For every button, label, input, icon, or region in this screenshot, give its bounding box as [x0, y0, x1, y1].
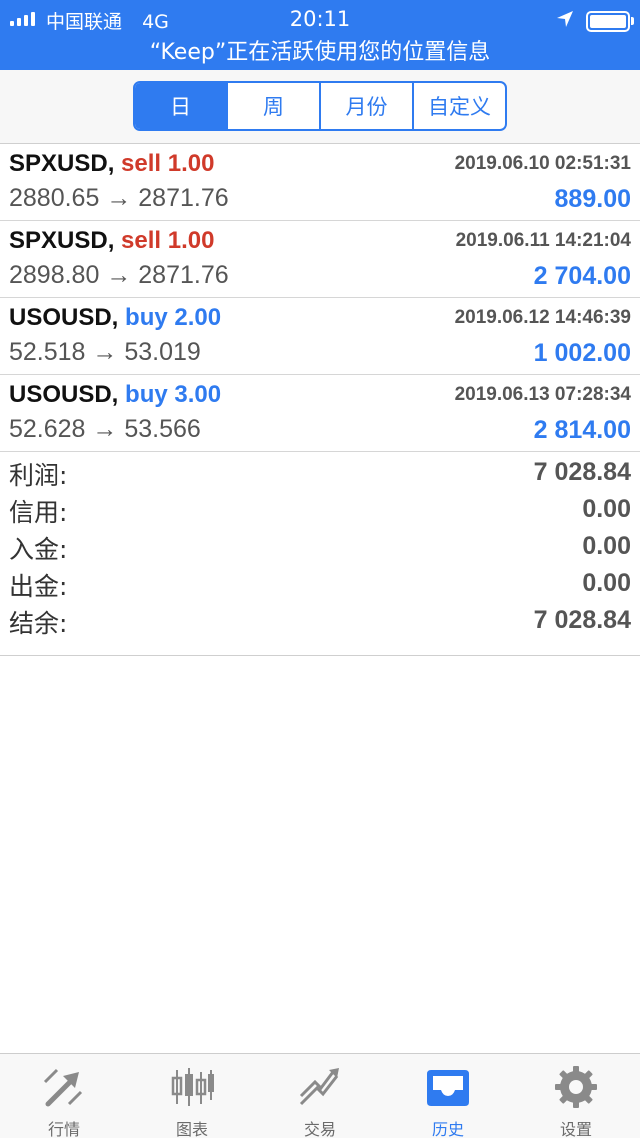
deal-prices: 2898.80 → 2871.76	[9, 261, 229, 289]
deal-prices: 2880.65 → 2871.76	[9, 184, 229, 212]
deal-action: buy 3.00	[125, 381, 222, 408]
status-time: 20:11	[289, 7, 351, 31]
tab-trade[interactable]: 交易	[256, 1054, 384, 1138]
bottom-tab-bar: 行情 图表 交易 历史 设置	[0, 1053, 640, 1138]
deal-symbol: SPXUSD,	[9, 150, 115, 177]
battery-icon	[586, 11, 630, 32]
trade-icon	[299, 1068, 339, 1106]
summary-balance-row: 结余: 7 028.84	[0, 600, 640, 638]
chart-icon	[171, 1068, 214, 1106]
battery-tip	[631, 17, 634, 25]
deal-row[interactable]: SPXUSD, sell 1.00 2019.06.10 02:51:31 28…	[0, 144, 640, 221]
period-tab-day[interactable]: 日	[135, 83, 226, 129]
deal-row[interactable]: SPXUSD, sell 1.00 2019.06.11 14:21:04 28…	[0, 221, 640, 298]
tab-label: 设置	[559, 1120, 592, 1138]
deal-action: sell 1.00	[121, 150, 215, 177]
summary-label: 入金:	[9, 535, 68, 564]
deal-profit: 889.00	[554, 185, 631, 213]
deal-action: buy 2.00	[125, 304, 222, 331]
tab-label: 交易	[303, 1120, 336, 1138]
tab-settings[interactable]: 设置	[512, 1054, 640, 1138]
summary-withdrawal-row: 出金: 0.00	[0, 563, 640, 601]
summary-value: 0.00	[582, 569, 631, 597]
deals-list: SPXUSD, sell 1.00 2019.06.10 02:51:31 28…	[0, 144, 640, 452]
quotes-icon	[43, 1068, 83, 1107]
account-summary: 利润: 7 028.84 信用: 0.00 入金: 0.00 出金: 0.00 …	[0, 452, 640, 656]
tab-charts[interactable]: 图表	[128, 1054, 256, 1138]
deal-action: sell 1.00	[121, 227, 215, 254]
deal-profit: 1 002.00	[533, 339, 631, 367]
deal-symbol-line: SPXUSD, sell 1.00	[9, 150, 214, 178]
settings-icon	[555, 1066, 597, 1108]
tab-quotes[interactable]: 行情	[0, 1054, 128, 1138]
location-banner[interactable]: “Keep”正在活跃使用您的位置信息	[0, 34, 640, 66]
status-bar: 中国联通 4G 20:11 “Keep”正在活跃使用您的位置信息	[0, 0, 640, 70]
status-bar-row: 中国联通 4G 20:11	[0, 4, 640, 33]
tab-label: 图表	[175, 1120, 208, 1138]
period-segmented-control: 日 周 月份 自定义	[133, 81, 507, 131]
deal-symbol-line: USOUSD, buy 3.00	[9, 381, 221, 409]
deal-symbol: USOUSD,	[9, 304, 119, 331]
deal-profit: 2 704.00	[533, 262, 631, 290]
summary-label: 利润:	[9, 461, 68, 490]
deal-profit: 2 814.00	[533, 416, 631, 444]
summary-label: 信用:	[9, 498, 68, 527]
summary-value: 0.00	[582, 495, 631, 523]
period-tab-custom[interactable]: 自定义	[412, 83, 505, 129]
summary-label: 结余:	[9, 609, 68, 638]
deal-time: 2019.06.10 02:51:31	[454, 153, 631, 174]
summary-credit-row: 信用: 0.00	[0, 489, 640, 527]
summary-value: 7 028.84	[533, 458, 631, 486]
location-arrow-icon	[557, 11, 573, 27]
period-tab-week[interactable]: 周	[226, 83, 319, 129]
tab-label: 历史	[431, 1120, 464, 1138]
summary-value: 7 028.84	[533, 606, 631, 634]
tab-history[interactable]: 历史	[384, 1054, 512, 1138]
summary-deposit-row: 入金: 0.00	[0, 526, 640, 564]
deal-row[interactable]: USOUSD, buy 3.00 2019.06.13 07:28:34 52.…	[0, 375, 640, 452]
deal-symbol-line: SPXUSD, sell 1.00	[9, 227, 214, 255]
deal-prices: 52.518 → 53.019	[9, 338, 201, 366]
deal-time: 2019.06.12 14:46:39	[454, 307, 631, 328]
deal-row[interactable]: USOUSD, buy 2.00 2019.06.12 14:46:39 52.…	[0, 298, 640, 375]
deal-prices: 52.628 → 53.566	[9, 415, 201, 443]
period-filter-bar: 日 周 月份 自定义	[0, 70, 640, 144]
deal-symbol: USOUSD,	[9, 381, 119, 408]
summary-value: 0.00	[582, 532, 631, 560]
tab-label: 行情	[47, 1120, 80, 1138]
deal-time: 2019.06.11 14:21:04	[455, 230, 631, 251]
history-icon	[427, 1070, 469, 1106]
period-tab-month[interactable]: 月份	[319, 83, 412, 129]
deal-symbol: SPXUSD,	[9, 227, 115, 254]
deal-symbol-line: USOUSD, buy 2.00	[9, 304, 221, 332]
summary-label: 出金:	[9, 572, 68, 601]
deal-time: 2019.06.13 07:28:34	[454, 384, 631, 405]
summary-profit-row: 利润: 7 028.84	[0, 452, 640, 490]
